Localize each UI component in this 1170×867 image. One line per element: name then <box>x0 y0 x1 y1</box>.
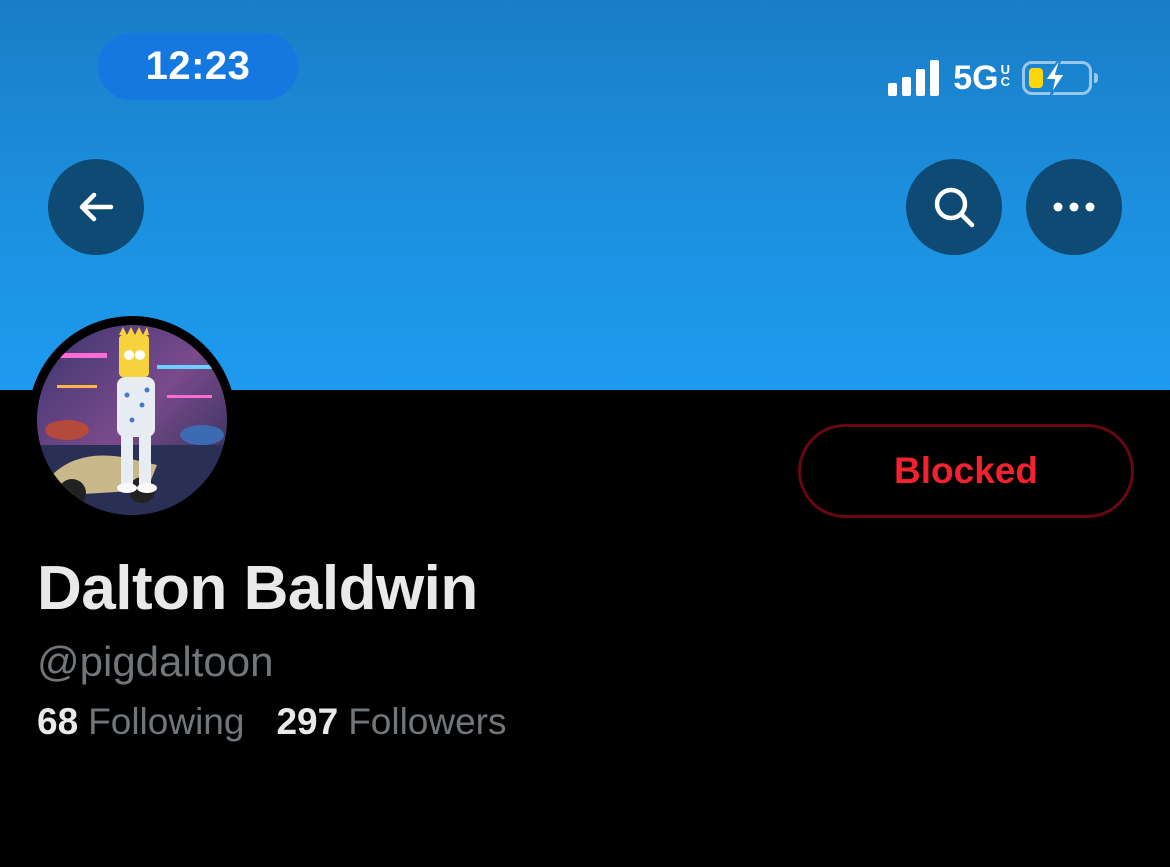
network-suffix-bottom: C <box>1000 73 1010 89</box>
following-link[interactable]: 68 Following <box>37 701 244 743</box>
network-label: 5G <box>953 58 999 97</box>
following-count: 68 <box>37 701 79 742</box>
ellipsis-icon <box>1053 202 1095 212</box>
profile-handle: @pigdaltoon <box>37 638 274 685</box>
following-label: Following <box>88 701 245 742</box>
avatar-image <box>37 325 227 515</box>
followers-count: 297 <box>276 701 339 742</box>
blocked-button[interactable]: Blocked <box>798 424 1134 518</box>
search-button[interactable] <box>906 159 1002 255</box>
battery-icon <box>1022 60 1098 96</box>
profile-stats: 68 Following 297 Followers <box>37 701 507 743</box>
more-options-button[interactable] <box>1026 159 1122 255</box>
status-time: 12:23 <box>98 33 298 100</box>
profile-avatar[interactable] <box>37 325 227 515</box>
followers-label: Followers <box>348 701 507 742</box>
status-indicators: 5G U C <box>888 56 1098 100</box>
back-button[interactable] <box>48 159 144 255</box>
followers-link[interactable]: 297 Followers <box>276 701 506 743</box>
profile-page: 12:23 5G U C Blocked Dalton Baldwin @pig… <box>0 0 1170 867</box>
charging-bolt-icon <box>1044 60 1066 96</box>
profile-display-name: Dalton Baldwin <box>37 554 478 623</box>
arrow-left-icon <box>79 192 114 222</box>
search-icon <box>934 187 975 228</box>
cellular-signal-icon <box>888 60 940 96</box>
network-type: 5G U C <box>953 59 1010 98</box>
